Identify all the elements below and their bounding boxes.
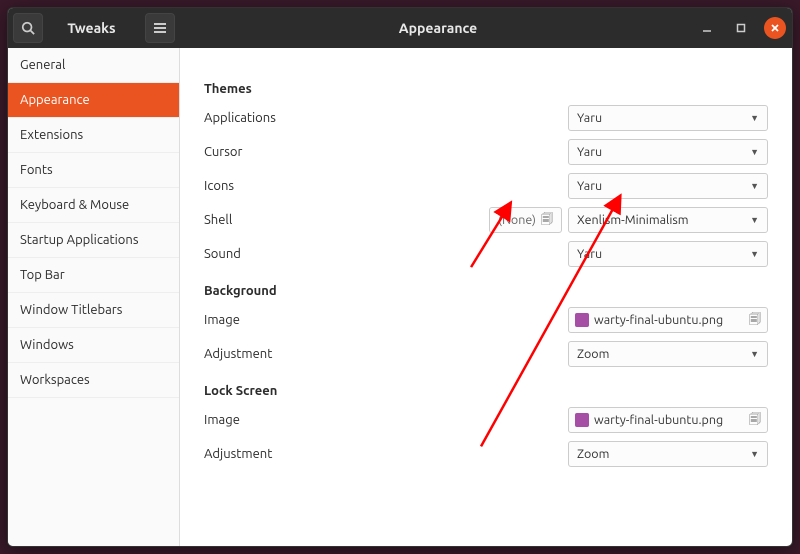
window-controls [696, 17, 792, 39]
content-pane: Themes Applications Yaru ▼ Cursor Yaru ▼… [180, 48, 792, 546]
combo-value: Yaru [577, 247, 602, 261]
tweaks-window: Tweaks Appearance General Appearance Ext… [7, 7, 793, 547]
section-title-themes: Themes [204, 82, 768, 96]
chevron-down-icon: ▼ [750, 113, 759, 123]
section-title-background: Background [204, 284, 768, 298]
sidebar-item-startup-apps[interactable]: Startup Applications [8, 223, 179, 258]
sidebar-item-workspaces[interactable]: Workspaces [8, 363, 179, 398]
label-shell: Shell [204, 213, 489, 227]
close-icon [770, 23, 780, 33]
open-icon: 🗐 [749, 310, 761, 331]
label-ls-image: Image [204, 413, 568, 427]
app-title: Tweaks [43, 20, 140, 36]
sidebar-item-fonts[interactable]: Fonts [8, 153, 179, 188]
sidebar-item-window-titlebars[interactable]: Window Titlebars [8, 293, 179, 328]
menu-button[interactable] [145, 13, 175, 43]
row-bg-image: Image warty-final-ubuntu.png 🗐 [204, 304, 768, 336]
maximize-icon [736, 23, 746, 33]
sidebar-item-keyboard-mouse[interactable]: Keyboard & Mouse [8, 188, 179, 223]
label-sound: Sound [204, 247, 568, 261]
sidebar-item-appearance[interactable]: Appearance [8, 83, 179, 118]
label-ls-adjustment: Adjustment [204, 447, 568, 461]
label-applications: Applications [204, 111, 568, 125]
label-icons: Icons [204, 179, 568, 193]
row-sound: Sound Yaru ▼ [204, 238, 768, 270]
combo-icons[interactable]: Yaru ▼ [568, 173, 768, 199]
row-ls-adjustment: Adjustment Zoom ▼ [204, 438, 768, 470]
file-ls-image[interactable]: warty-final-ubuntu.png 🗐 [568, 407, 768, 433]
minimize-button[interactable] [696, 17, 718, 39]
file-name: warty-final-ubuntu.png [594, 313, 723, 327]
open-icon: 🗐 [541, 210, 553, 231]
chevron-down-icon: ▼ [750, 349, 759, 359]
row-cursor: Cursor Yaru ▼ [204, 136, 768, 168]
row-shell: Shell (None) 🗐 Xenlism-Minimalism ▼ [204, 204, 768, 236]
search-icon [21, 21, 35, 35]
chevron-down-icon: ▼ [750, 181, 759, 191]
combo-value: Zoom [577, 347, 609, 361]
maximize-button[interactable] [730, 17, 752, 39]
chevron-down-icon: ▼ [750, 249, 759, 259]
combo-value: Yaru [577, 145, 602, 159]
sidebar-item-general[interactable]: General [8, 48, 179, 83]
chevron-down-icon: ▼ [750, 449, 759, 459]
row-icons: Icons Yaru ▼ [204, 170, 768, 202]
label-bg-image: Image [204, 313, 568, 327]
combo-bg-adjustment[interactable]: Zoom ▼ [568, 341, 768, 367]
row-bg-adjustment: Adjustment Zoom ▼ [204, 338, 768, 370]
combo-value: Zoom [577, 447, 609, 461]
sidebar-item-extensions[interactable]: Extensions [8, 118, 179, 153]
label-cursor: Cursor [204, 145, 568, 159]
combo-value: Xenlism-Minimalism [577, 213, 689, 227]
sidebar-item-top-bar[interactable]: Top Bar [8, 258, 179, 293]
combo-value: Yaru [577, 179, 602, 193]
combo-cursor[interactable]: Yaru ▼ [568, 139, 768, 165]
row-ls-image: Image warty-final-ubuntu.png 🗐 [204, 404, 768, 436]
hamburger-icon [153, 22, 167, 34]
close-button[interactable] [764, 17, 786, 39]
chevron-down-icon: ▼ [750, 215, 759, 225]
combo-shell[interactable]: Xenlism-Minimalism ▼ [568, 207, 768, 233]
shell-none-button[interactable]: (None) 🗐 [489, 207, 562, 233]
combo-applications[interactable]: Yaru ▼ [568, 105, 768, 131]
page-title: Appearance [180, 20, 696, 36]
open-icon: 🗐 [749, 410, 761, 431]
sidebar-item-windows[interactable]: Windows [8, 328, 179, 363]
window-body: General Appearance Extensions Fonts Keyb… [8, 48, 792, 546]
titlebar: Tweaks Appearance [8, 8, 792, 48]
file-name: warty-final-ubuntu.png [594, 413, 723, 427]
search-button[interactable] [13, 13, 43, 43]
chevron-down-icon: ▼ [750, 147, 759, 157]
section-title-lockscreen: Lock Screen [204, 384, 768, 398]
titlebar-left: Tweaks [8, 13, 180, 43]
image-file-icon [575, 313, 589, 327]
sidebar: General Appearance Extensions Fonts Keyb… [8, 48, 180, 546]
minimize-icon [702, 23, 712, 33]
combo-value: Yaru [577, 111, 602, 125]
file-bg-image[interactable]: warty-final-ubuntu.png 🗐 [568, 307, 768, 333]
label-bg-adjustment: Adjustment [204, 347, 568, 361]
row-applications: Applications Yaru ▼ [204, 102, 768, 134]
combo-ls-adjustment[interactable]: Zoom ▼ [568, 441, 768, 467]
image-file-icon [575, 413, 589, 427]
combo-sound[interactable]: Yaru ▼ [568, 241, 768, 267]
none-label: (None) [498, 213, 536, 227]
